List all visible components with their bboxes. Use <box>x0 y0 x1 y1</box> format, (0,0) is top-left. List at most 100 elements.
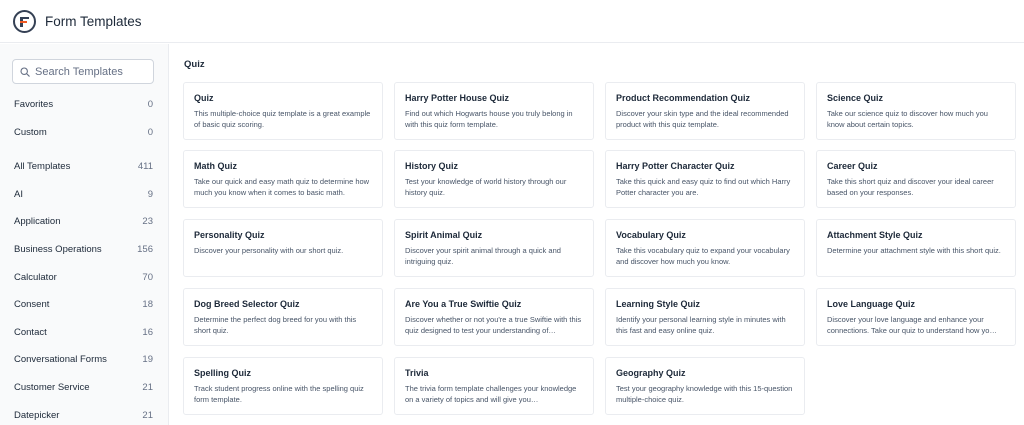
sidebar-item-count: 156 <box>137 243 153 255</box>
template-card-title: Trivia <box>405 368 429 378</box>
sidebar-item[interactable]: AI 9 <box>14 186 153 202</box>
template-card-description: Discover your personality with our short… <box>194 246 344 255</box>
search-box[interactable] <box>12 59 154 84</box>
sidebar-item-label: Favorites <box>14 98 54 110</box>
sidebar-item-count: 0 <box>147 98 153 110</box>
template-card[interactable]: History Quiz Test your knowledge of world… <box>394 150 594 208</box>
sidebar-item-label: Customer Service <box>14 381 90 393</box>
template-card[interactable]: Quiz This multiple-choice quiz template i… <box>183 82 383 140</box>
template-card-title: Are You a True Swiftie Quiz <box>405 299 522 309</box>
template-card[interactable]: Personality Quiz Discover your personalit… <box>183 219 383 277</box>
sidebar-item-label: Datepicker <box>14 409 60 421</box>
sidebar-item-label: Application <box>14 215 61 227</box>
sidebar-item-label: All Templates <box>14 160 71 172</box>
section-title: Quiz <box>184 59 205 70</box>
template-card-description: Discover your love language and enhance … <box>827 315 997 335</box>
sidebar-item-count: 23 <box>142 215 153 227</box>
template-card-description: Test your knowledge of world history thr… <box>405 177 567 197</box>
sidebar-item-label: Consent <box>14 298 50 310</box>
sidebar-item-count: 70 <box>142 271 153 283</box>
main-content: Quiz Quiz This multiple-choice quiz templ… <box>170 44 1024 425</box>
sidebar-item[interactable]: Business Operations 156 <box>14 241 153 257</box>
template-card-title: Learning Style Quiz <box>616 299 701 309</box>
template-card-description: Take our science quiz to discover how mu… <box>827 109 988 129</box>
template-card-title: Harry Potter Character Quiz <box>616 161 735 171</box>
sidebar-item-count: 0 <box>147 126 153 138</box>
template-card-description: Determine the perfect dog breed for you … <box>194 315 357 335</box>
template-card[interactable]: Science Quiz Take our science quiz to dis… <box>816 82 1016 140</box>
app-header: Form Templates <box>0 0 1024 43</box>
template-card-description: Take this short quiz and discover your i… <box>827 177 994 197</box>
template-card-title: Spelling Quiz <box>194 368 252 378</box>
sidebar-item-count: 18 <box>142 298 153 310</box>
template-card-title: Career Quiz <box>827 161 878 171</box>
template-card[interactable]: Are You a True Swiftie Quiz Discover whet… <box>394 288 594 346</box>
template-card-description: Discover whether or not you're a true Sw… <box>405 315 582 335</box>
sidebar-item[interactable]: Customer Service 21 <box>14 379 153 395</box>
template-card-description: Identify your personal learning style in… <box>616 315 786 335</box>
template-card[interactable]: Love Language Quiz Discover your love lan… <box>816 288 1016 346</box>
template-card[interactable]: Geography Quiz Test your geography knowle… <box>605 357 805 415</box>
sidebar-item-count: 9 <box>147 188 153 200</box>
sidebar-item-count: 16 <box>142 326 153 338</box>
template-card-description: Find out which Hogwarts house you truly … <box>405 109 573 129</box>
sidebar-item-count: 411 <box>137 160 153 172</box>
formidable-logo-icon[interactable] <box>13 9 36 33</box>
template-card[interactable]: Learning Style Quiz Identify your persona… <box>605 288 805 346</box>
template-card[interactable]: Spirit Animal Quiz Discover your spirit a… <box>394 219 594 277</box>
sidebar-item[interactable]: Contact 16 <box>14 324 153 340</box>
sidebar-item-label: Business Operations <box>14 243 102 255</box>
template-card-title: Spirit Animal Quiz <box>405 230 483 240</box>
template-card[interactable]: Harry Potter House Quiz Find out which Ho… <box>394 82 594 140</box>
sidebar-item-count: 21 <box>142 381 153 393</box>
template-card[interactable]: Dog Breed Selector Quiz Determine the per… <box>183 288 383 346</box>
template-card[interactable]: Trivia The trivia form template challenge… <box>394 357 594 415</box>
template-card-title: Product Recommendation Quiz <box>616 93 751 103</box>
search-icon <box>20 66 30 77</box>
template-card[interactable]: Vocabulary Quiz Take this vocabulary quiz… <box>605 219 805 277</box>
template-card[interactable]: Spelling Quiz Track student progress onli… <box>183 357 383 415</box>
template-card-title: History Quiz <box>405 161 459 171</box>
template-card-title: Love Language Quiz <box>827 299 916 309</box>
sidebar-item-label: Custom <box>14 126 47 138</box>
template-card[interactable]: Career Quiz Take this short quiz and disc… <box>816 150 1016 208</box>
sidebar-item[interactable]: Application 23 <box>14 213 153 229</box>
template-card-description: Test your geography knowledge with this … <box>616 384 793 404</box>
sidebar-item[interactable]: Consent 18 <box>14 296 153 312</box>
template-card-title: Personality Quiz <box>194 230 265 240</box>
sidebar-item[interactable]: Favorites 0 <box>14 96 153 112</box>
template-card-description: The trivia form template challenges your… <box>405 384 577 404</box>
template-card-description: Take our quick and easy math quiz to det… <box>194 177 370 197</box>
template-card-title: Geography Quiz <box>616 368 686 378</box>
template-card-description: This multiple-choice quiz template is a … <box>194 109 371 129</box>
template-card-title: Attachment Style Quiz <box>827 230 923 240</box>
sidebar-item-count: 21 <box>142 409 153 421</box>
template-card-description: Discover your spirit animal through a qu… <box>405 246 561 266</box>
sidebar-item[interactable]: Custom 0 <box>14 124 153 140</box>
sidebar-item-label: Contact <box>14 326 47 338</box>
sidebar-item-label: Conversational Forms <box>14 353 107 365</box>
sidebar-item-label: AI <box>14 188 23 200</box>
template-card-title: Math Quiz <box>194 161 237 171</box>
sidebar-item[interactable]: Calculator 70 <box>14 269 153 285</box>
template-card-description: Determine your attachment style with thi… <box>827 246 1001 255</box>
search-input[interactable] <box>35 65 145 78</box>
sidebar-item-count: 19 <box>142 353 153 365</box>
template-card-description: Take this quick and easy quiz to find ou… <box>616 177 791 197</box>
sidebar-item[interactable]: All Templates 411 <box>14 158 153 174</box>
sidebar: Favorites 0 Custom 0 All Templates 411 AI 9 Appl… <box>0 44 169 425</box>
template-card-description: Discover your skin type and the ideal re… <box>616 109 789 129</box>
page-title: Form Templates <box>45 13 142 29</box>
sidebar-item-label: Calculator <box>14 271 57 283</box>
template-card-title: Science Quiz <box>827 93 884 103</box>
template-card-title: Vocabulary Quiz <box>616 230 686 240</box>
template-card[interactable]: Math Quiz Take our quick and easy math qu… <box>183 150 383 208</box>
template-card-title: Harry Potter House Quiz <box>405 93 510 103</box>
template-card[interactable]: Harry Potter Character Quiz Take this qui… <box>605 150 805 208</box>
template-card-title: Quiz <box>194 93 214 103</box>
sidebar-item[interactable]: Datepicker 21 <box>14 407 153 423</box>
template-card[interactable]: Attachment Style Quiz Determine your atta… <box>816 219 1016 277</box>
sidebar-item[interactable]: Conversational Forms 19 <box>14 351 153 367</box>
template-card-description: Take this vocabulary quiz to expand your… <box>616 246 790 266</box>
template-card[interactable]: Product Recommendation Quiz Discover your… <box>605 82 805 140</box>
